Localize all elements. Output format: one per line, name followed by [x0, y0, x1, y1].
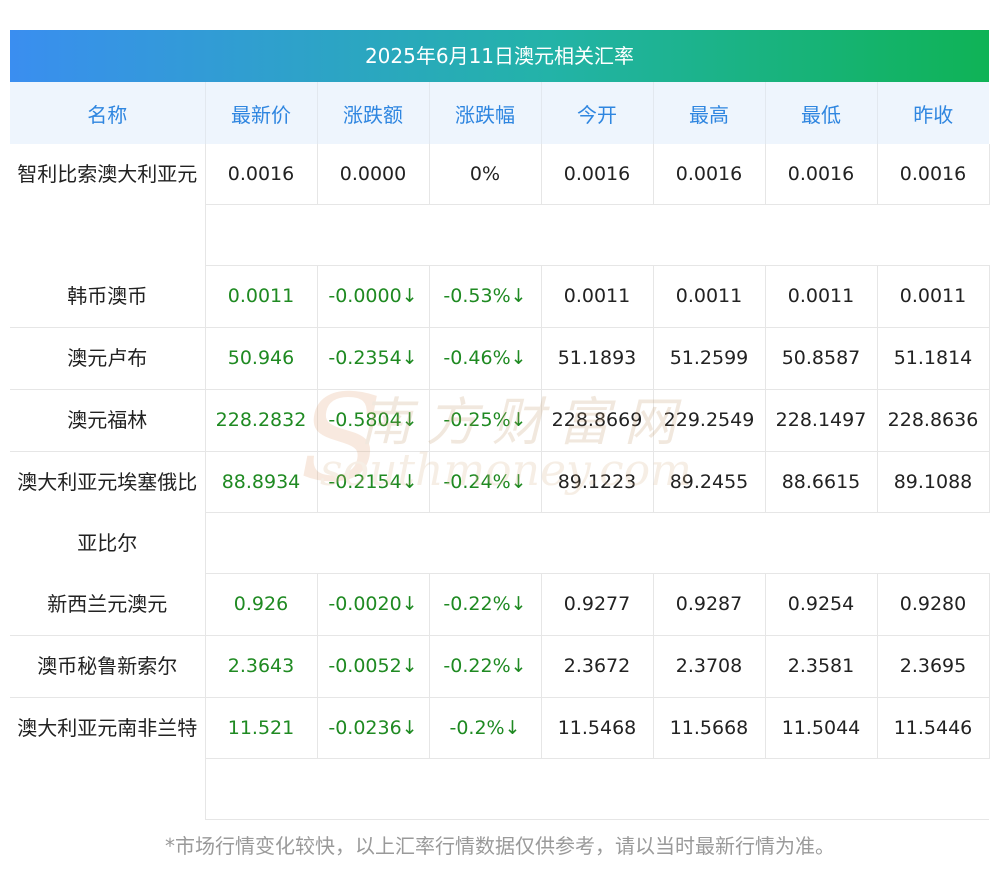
row-name: 新西兰元澳元 — [10, 573, 206, 636]
header-low: 最低 — [765, 82, 878, 144]
row-low: 2.3581 — [765, 635, 878, 698]
row-change: -0.0236↓ — [317, 697, 430, 759]
row-pct: 0% — [429, 144, 542, 205]
table-row: 澳元卢布 50.946 -0.2354↓ -0.46%↓ 51.1893 51.… — [10, 327, 990, 390]
row-latest: 228.2832 — [205, 389, 318, 452]
row-pct: -0.22%↓ — [429, 635, 542, 698]
rates-table: 名称 最新价 涨跌额 涨跌幅 今开 最高 最低 昨收 智利比索澳大利亚元 0.0… — [10, 82, 990, 820]
empty-cell — [205, 512, 989, 575]
table-row: 新西兰元澳元 0.926 -0.0020↓ -0.22%↓ 0.9277 0.9… — [10, 573, 990, 636]
row-high: 0.9287 — [653, 573, 766, 636]
row-prev: 0.0011 — [877, 265, 990, 328]
row-open: 228.8669 — [541, 389, 654, 452]
row-open: 89.1223 — [541, 451, 654, 513]
row-pct: -0.25%↓ — [429, 389, 542, 452]
table-row: 澳元福林 228.2832 -0.5804↓ -0.25%↓ 228.8669 … — [10, 389, 990, 452]
header-high: 最高 — [653, 82, 766, 144]
row-high: 11.5668 — [653, 697, 766, 759]
row-prev: 2.3695 — [877, 635, 990, 698]
table-row: 韩币澳币 0.0011 -0.0000↓ -0.53%↓ 0.0011 0.00… — [10, 265, 990, 328]
row-change: 0.0000 — [317, 144, 430, 205]
row-change: -0.0020↓ — [317, 573, 430, 636]
row-prev: 228.8636 — [877, 389, 990, 452]
empty-cell — [205, 758, 989, 820]
row-prev: 0.9280 — [877, 573, 990, 636]
row-pct: -0.53%↓ — [429, 265, 542, 328]
row-pct: -0.22%↓ — [429, 573, 542, 636]
row-open: 0.9277 — [541, 573, 654, 636]
row-high: 229.2549 — [653, 389, 766, 452]
rates-panel: 2025年6月11日澳元相关汇率 名称 最新价 涨跌额 涨跌幅 今开 最高 最低… — [10, 30, 990, 820]
row-latest: 11.521 — [205, 697, 318, 759]
row-low: 0.9254 — [765, 573, 878, 636]
row-name: 澳元福林 — [10, 389, 206, 452]
row-open: 51.1893 — [541, 327, 654, 390]
row-low: 0.0016 — [765, 144, 878, 205]
row-pct: -0.2%↓ — [429, 697, 542, 759]
row-high: 89.2455 — [653, 451, 766, 513]
table-title: 2025年6月11日澳元相关汇率 — [10, 30, 989, 82]
row-prev: 51.1814 — [877, 327, 990, 390]
row-change: -0.2354↓ — [317, 327, 430, 390]
header-open: 今开 — [541, 82, 654, 144]
row-change: -0.2154↓ — [317, 451, 430, 513]
row-latest: 2.3643 — [205, 635, 318, 698]
row-pct: -0.46%↓ — [429, 327, 542, 390]
table-row: 澳大利亚元南非兰特 11.521 -0.0236↓ -0.2%↓ 11.5468… — [10, 697, 990, 819]
row-name: 澳币秘鲁新索尔 — [10, 635, 206, 698]
row-low: 88.6615 — [765, 451, 878, 513]
row-latest: 0.0016 — [205, 144, 318, 205]
row-name: 澳大利亚元南非兰特 — [10, 697, 206, 819]
row-high: 0.0016 — [653, 144, 766, 205]
header-name: 名称 — [10, 82, 206, 144]
row-prev: 11.5446 — [877, 697, 990, 759]
disclaimer-text: *市场行情变化较快，以上汇率行情数据仅供参考，请以当时最新行情为准。 — [165, 834, 835, 858]
header-row: 名称 最新价 涨跌额 涨跌幅 今开 最高 最低 昨收 — [10, 82, 989, 144]
row-change: -0.0052↓ — [317, 635, 430, 698]
row-latest: 50.946 — [205, 327, 318, 390]
row-name: 智利比索澳大利亚元 — [10, 144, 206, 266]
table-row: 澳币秘鲁新索尔 2.3643 -0.0052↓ -0.22%↓ 2.3672 2… — [10, 635, 990, 698]
header-pct: 涨跌幅 — [429, 82, 542, 144]
row-pct: -0.24%↓ — [429, 451, 542, 513]
row-latest: 0.0011 — [205, 265, 318, 328]
row-low: 228.1497 — [765, 389, 878, 452]
row-low: 0.0011 — [765, 265, 878, 328]
row-low: 11.5044 — [765, 697, 878, 759]
row-latest: 0.926 — [205, 573, 318, 636]
header-prev: 昨收 — [877, 82, 989, 144]
row-prev: 89.1088 — [877, 451, 990, 513]
table-row: 澳大利亚元埃塞俄比亚比尔 88.8934 -0.2154↓ -0.24%↓ 89… — [10, 451, 990, 574]
row-latest: 88.8934 — [205, 451, 318, 513]
table-row: 智利比索澳大利亚元 0.0016 0.0000 0% 0.0016 0.0016… — [10, 144, 990, 266]
row-prev: 0.0016 — [877, 144, 990, 205]
row-open: 11.5468 — [541, 697, 654, 759]
row-open: 0.0016 — [541, 144, 654, 205]
empty-cell — [205, 204, 989, 266]
row-low: 50.8587 — [765, 327, 878, 390]
row-open: 0.0011 — [541, 265, 654, 328]
row-change: -0.0000↓ — [317, 265, 430, 328]
row-open: 2.3672 — [541, 635, 654, 698]
row-name: 韩币澳币 — [10, 265, 206, 328]
row-high: 2.3708 — [653, 635, 766, 698]
row-high: 51.2599 — [653, 327, 766, 390]
header-change: 涨跌额 — [317, 82, 430, 144]
row-change: -0.5804↓ — [317, 389, 430, 452]
row-name: 澳元卢布 — [10, 327, 206, 390]
row-high: 0.0011 — [653, 265, 766, 328]
row-name: 澳大利亚元埃塞俄比亚比尔 — [10, 451, 206, 574]
header-latest: 最新价 — [205, 82, 318, 144]
